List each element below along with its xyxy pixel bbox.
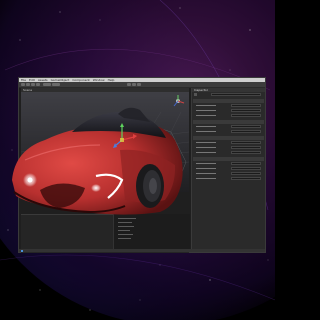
property-field[interactable] xyxy=(231,146,261,149)
name-field[interactable] xyxy=(211,93,261,96)
status-bar xyxy=(19,249,265,252)
scene-grid xyxy=(21,111,189,192)
editor-window: File Edit Assets GameObject Component Wi… xyxy=(18,77,266,253)
active-checkbox[interactable] xyxy=(194,93,197,96)
inspector-panel: Inspector xyxy=(191,88,265,252)
pause-icon[interactable] xyxy=(132,83,136,86)
property-field[interactable] xyxy=(231,167,261,170)
scene-viewport[interactable] xyxy=(21,92,189,192)
play-icon[interactable] xyxy=(127,83,131,86)
property-field[interactable] xyxy=(231,172,261,175)
component-header[interactable] xyxy=(193,136,264,140)
component-header[interactable] xyxy=(193,157,264,161)
tab-inspector[interactable]: Inspector xyxy=(192,88,265,92)
view-gizmo-icon[interactable] xyxy=(171,94,185,108)
scale-tool-button[interactable] xyxy=(36,83,40,86)
status-icon xyxy=(21,250,23,252)
component-header[interactable] xyxy=(193,120,264,124)
property-field[interactable] xyxy=(231,177,261,180)
project-assets-list[interactable] xyxy=(113,214,190,252)
property-field[interactable] xyxy=(231,130,261,133)
rotate-tool-button[interactable] xyxy=(31,83,35,86)
global-toggle-button[interactable] xyxy=(52,83,60,86)
property-field[interactable] xyxy=(231,162,261,165)
playback-controls xyxy=(127,83,142,86)
property-field[interactable] xyxy=(231,141,261,144)
pivot-toggle-button[interactable] xyxy=(43,83,51,86)
scale-field[interactable] xyxy=(231,114,261,117)
step-icon[interactable] xyxy=(137,83,141,86)
position-field[interactable] xyxy=(231,104,261,107)
property-field[interactable] xyxy=(231,125,261,128)
move-tool-button[interactable] xyxy=(26,83,30,86)
rotation-field[interactable] xyxy=(231,109,261,112)
property-field[interactable] xyxy=(231,151,261,154)
component-header[interactable] xyxy=(193,99,264,103)
desktop: File Edit Assets GameObject Component Wi… xyxy=(0,0,275,320)
hand-tool-button[interactable] xyxy=(21,83,25,86)
